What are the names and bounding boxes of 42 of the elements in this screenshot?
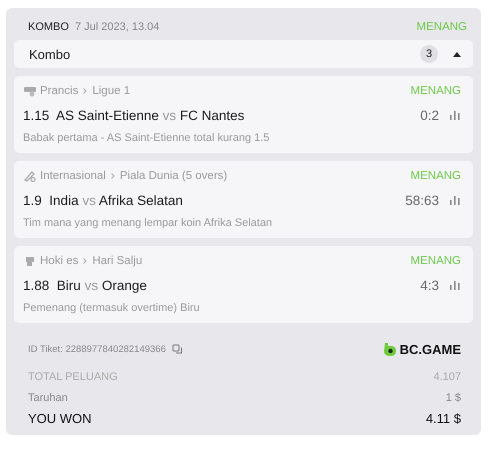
- bet-status: MENANG: [416, 21, 467, 33]
- summary-value: 1 $: [446, 392, 461, 404]
- chevron-icon: [83, 258, 88, 264]
- country-name: Hoki es: [40, 255, 78, 267]
- caret-icon[interactable]: [453, 51, 461, 57]
- cricket-bat-icon: [23, 170, 37, 182]
- league-name: Hari Salju: [92, 255, 142, 267]
- selection-status: MENANG: [410, 170, 461, 182]
- league-name: Ligue 1: [92, 85, 130, 97]
- brand-name: BC.GAME: [400, 342, 461, 356]
- market-description: Tim mana yang menang lempar koin Afrika Selatan: [23, 217, 274, 229]
- match-title: 1.88 Biru vs Orange: [23, 278, 147, 292]
- selection-status: MENANG: [410, 255, 461, 267]
- brand-logo-icon: [382, 342, 397, 356]
- combo-header[interactable]: Kombo 3: [14, 40, 473, 68]
- stats-icon[interactable]: [449, 195, 461, 205]
- chevron-icon: [110, 173, 115, 179]
- summary-label: Taruhan: [28, 392, 68, 404]
- selection-status: MENANG: [410, 85, 461, 97]
- match-title: 1.15 AS Saint-Etienne vs FC Nantes: [23, 108, 244, 122]
- summary-label: YOU WON: [28, 411, 92, 426]
- summary-value: 4.107: [433, 370, 461, 382]
- match-score: 58:63: [405, 192, 439, 208]
- bet-type: KOMBO: [28, 21, 69, 33]
- summary-label: TOTAL PELUANG: [28, 370, 118, 382]
- combo-title: Kombo: [29, 46, 70, 62]
- stats-icon[interactable]: [449, 280, 461, 290]
- selection-count: 3: [420, 45, 438, 63]
- match-score: 4:3: [420, 278, 439, 292]
- chevron-icon: [83, 88, 88, 94]
- bet-date: 7 Jul 2023, 13.04: [74, 21, 160, 33]
- copy-icon[interactable]: [172, 344, 183, 354]
- match-title: 1.9 India vs Afrika Selatan: [23, 192, 183, 208]
- country-name: Prancis: [40, 85, 78, 97]
- league-name: Piala Dunia (5 overs): [120, 170, 228, 182]
- market-description: Babak pertama - AS Saint-Etienne total kurang 1.5: [23, 132, 270, 144]
- stats-icon[interactable]: [449, 110, 461, 120]
- market-description: Pemenang (termasuk overtime) Biru: [23, 302, 201, 314]
- country-name: Internasional: [40, 170, 106, 182]
- ticket-id: ID Tiket: 2288977840282149366: [28, 344, 166, 354]
- summary-value: 4.11 $: [426, 411, 461, 426]
- match-score: 0:2: [420, 108, 439, 122]
